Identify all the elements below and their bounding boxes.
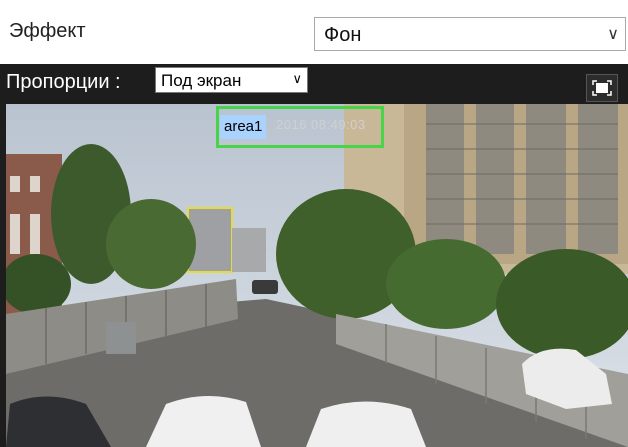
effect-select-value: Фон bbox=[324, 24, 362, 46]
camera-image[interactable]: area1 2016 08:49:03 bbox=[6, 104, 628, 447]
chevron-down-icon: ∨ bbox=[292, 71, 302, 86]
proportions-select[interactable]: Под экран ∨ bbox=[155, 67, 308, 93]
area-label[interactable]: area1 bbox=[220, 115, 267, 139]
effect-label: Эффект bbox=[9, 20, 86, 42]
viewer-toolbar: Пропорции : Под экран ∨ bbox=[0, 64, 628, 102]
chevron-down-icon: ∨ bbox=[607, 26, 619, 43]
proportions-label: Пропорции : bbox=[6, 71, 121, 93]
video-viewer: Пропорции : Под экран ∨ area1 2016 08:49… bbox=[0, 64, 628, 447]
timestamp-overlay: 2016 08:49:03 bbox=[276, 117, 366, 132]
effect-row: Эффект Фон ∨ bbox=[0, 0, 628, 64]
camera-scene bbox=[6, 104, 628, 447]
effect-select[interactable]: Фон ∨ bbox=[314, 17, 626, 51]
fullscreen-button[interactable] bbox=[586, 74, 618, 102]
fullscreen-icon bbox=[592, 80, 612, 96]
proportions-select-value: Под экран bbox=[161, 71, 242, 90]
